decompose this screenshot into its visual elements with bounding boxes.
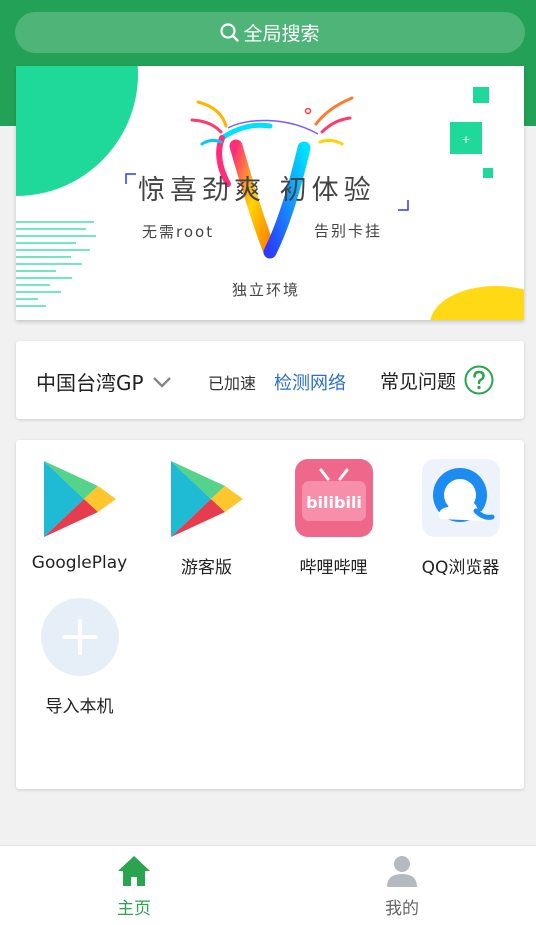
qq-browser-icon — [421, 459, 500, 537]
banner-independent: 独立环境 — [232, 281, 301, 299]
user-icon — [387, 856, 417, 887]
app-qq-browser[interactable]: QQ浏览器 — [397, 459, 524, 578]
help-icon — [464, 365, 494, 395]
region-selector[interactable]: 中国台湾GP — [36, 367, 172, 396]
app-google-play[interactable]: GooglePlay — [16, 459, 143, 573]
app-bilibili[interactable]: bilibili 哔哩哔哩 — [270, 459, 397, 578]
nav-home[interactable]: 主页 — [0, 846, 268, 925]
home-icon — [118, 856, 150, 886]
app-guest-version[interactable]: 游客版 — [143, 459, 270, 578]
app-label: GooglePlay — [31, 553, 128, 573]
svg-text:+: + — [461, 133, 470, 146]
chevron-down-icon — [152, 376, 171, 388]
region-label: 中国台湾GP — [36, 371, 144, 395]
bilibili-icon: bilibili — [294, 459, 373, 537]
global-search-bar[interactable]: 全局搜索 — [15, 12, 525, 53]
network-card: 中国台湾GP 已加速 检测网络 常见问题 — [16, 341, 524, 419]
app-label: QQ浏览器 — [421, 558, 500, 578]
nav-mine-label: 我的 — [385, 899, 419, 919]
google-play-icon — [168, 459, 246, 537]
nav-home-label: 主页 — [117, 899, 151, 919]
acceleration-status: 已加速 — [208, 374, 257, 393]
search-icon — [220, 22, 240, 42]
promo-banner[interactable]: + 惊喜劲爽 初体验 无需root 告别卡挂 独立环境 — [16, 66, 524, 320]
plus-icon — [40, 598, 119, 676]
apps-grid: GooglePlay 游客版 bilibili 哔哩哔哩 QQ浏览器 导入本机 — [16, 440, 524, 789]
nav-mine[interactable]: 我的 — [268, 846, 536, 925]
faq-label: 常见问题 — [380, 370, 457, 393]
detect-network-link[interactable]: 检测网络 — [274, 369, 346, 395]
search-label: 全局搜索 — [243, 23, 320, 45]
bottom-nav: 主页 我的 — [0, 845, 536, 925]
faq-button[interactable]: 常见问题 — [380, 365, 494, 395]
google-play-icon — [41, 459, 119, 537]
banner-no-root: 无需root — [142, 223, 215, 241]
banner-no-plugin: 告别卡挂 — [314, 222, 383, 240]
banner-title: 惊喜劲爽 初体验 — [138, 175, 376, 206]
app-label: 导入本机 — [45, 697, 114, 717]
app-import-local[interactable]: 导入本机 — [16, 598, 143, 717]
app-label: 游客版 — [181, 558, 232, 578]
svg-text:bilibili: bilibili — [306, 493, 362, 512]
app-label: 哔哩哔哩 — [299, 558, 368, 578]
